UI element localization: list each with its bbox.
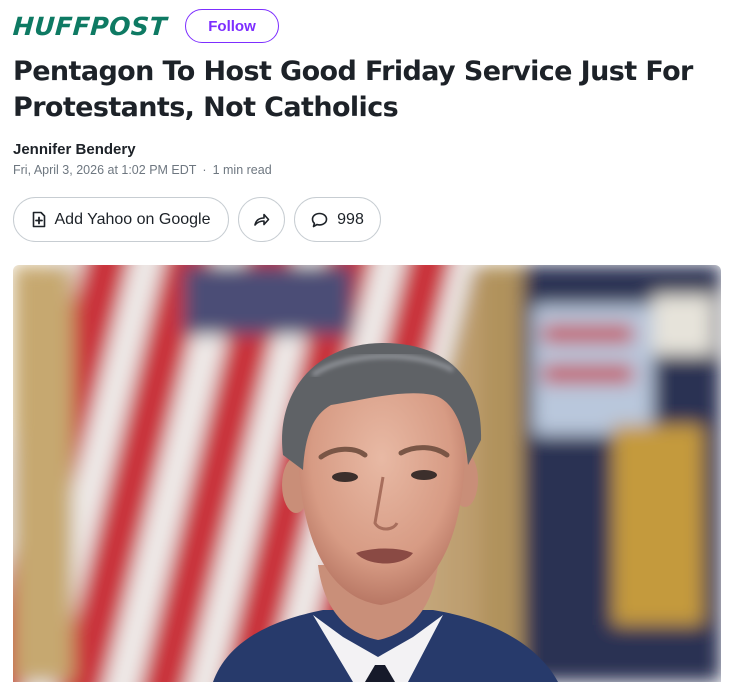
- author-name[interactable]: Jennifer Bendery: [13, 141, 136, 158]
- article-actions: Add Yahoo on Google 998: [13, 197, 381, 242]
- hero-photo-man-in-front-of-flags: [13, 265, 721, 682]
- read-time: 1 min read: [212, 163, 272, 177]
- share-button[interactable]: [238, 197, 285, 242]
- follow-button[interactable]: Follow: [185, 9, 280, 43]
- speech-bubble-icon: [311, 212, 328, 228]
- article-meta: Fri, April 3, 2026 at 1:02 PM EDT · 1 mi…: [13, 163, 272, 177]
- article-headline: Pentagon To Host Good Friday Service Jus…: [13, 56, 693, 123]
- add-yahoo-on-google-button[interactable]: Add Yahoo on Google: [13, 197, 229, 242]
- publisher-logo[interactable]: HUFFPOST: [12, 12, 168, 41]
- comment-count: 998: [337, 210, 364, 228]
- share-arrow-icon: [253, 212, 270, 227]
- publisher-header: HUFFPOST Follow: [12, 9, 280, 43]
- article-hero-image: [13, 265, 721, 682]
- publish-date: Fri, April 3, 2026 at 1:02 PM EDT: [13, 163, 197, 177]
- comments-button[interactable]: 998: [294, 197, 381, 242]
- add-source-label: Add Yahoo on Google: [54, 210, 211, 228]
- add-document-icon: [32, 211, 46, 228]
- meta-separator: ·: [202, 163, 207, 177]
